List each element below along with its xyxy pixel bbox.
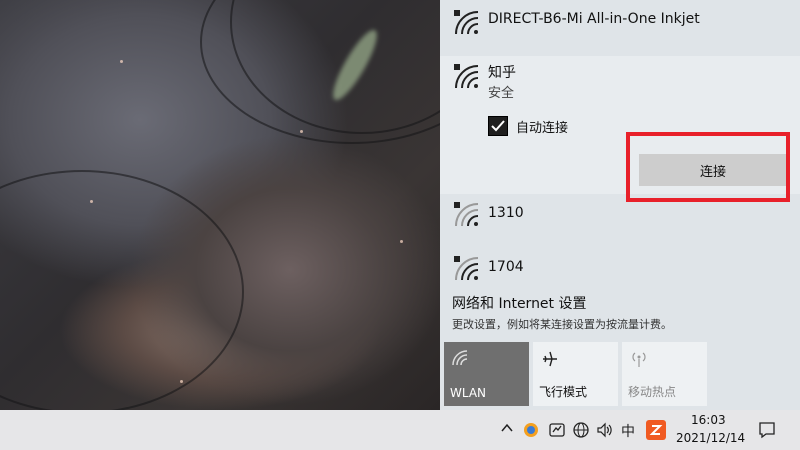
network-item[interactable]: 1310 (440, 196, 800, 246)
checkmark-icon (491, 120, 505, 132)
wallpaper-spark (300, 130, 303, 133)
wifi-weak-secured-icon (454, 256, 479, 281)
notification-center-icon[interactable] (758, 421, 776, 443)
wallpaper-spark (90, 200, 93, 203)
clock-time[interactable]: 16:03 (691, 413, 726, 427)
wallpaper-spark (180, 380, 183, 383)
wlan-tile-label: WLAN (450, 386, 487, 400)
connect-button[interactable]: 连接 (639, 154, 787, 186)
network-globe-icon[interactable] (572, 421, 590, 443)
sogou-ime-icon[interactable] (646, 420, 666, 444)
network-settings-link[interactable]: 网络和 Internet 设置 (452, 293, 587, 313)
wifi-secured-icon (454, 64, 479, 89)
file-sync-icon[interactable] (548, 421, 566, 443)
network-flyout: DIRECT-B6-Mi All-in-One Inkjet 知乎 安全 自动连… (440, 0, 800, 410)
network-name: DIRECT-B6-Mi All-in-One Inkjet (488, 11, 700, 27)
wifi-secured-icon (454, 10, 479, 35)
airplane-icon (543, 351, 557, 367)
network-item[interactable]: 1704 (440, 250, 800, 290)
auto-connect-checkbox[interactable] (488, 116, 508, 136)
hotspot-icon (632, 352, 646, 367)
chevron-up-icon[interactable] (500, 421, 514, 439)
wallpaper-spark (120, 60, 123, 63)
volume-icon[interactable] (596, 421, 614, 443)
network-name: 1704 (488, 259, 524, 275)
auto-connect-label: 自动连接 (516, 121, 569, 136)
wallpaper-spark (400, 240, 403, 243)
network-name: 1310 (488, 205, 524, 221)
mobile-hotspot-tile-label: 移动热点 (628, 385, 677, 399)
airplane-mode-tile-label: 飞行模式 (539, 385, 588, 399)
desktop-wallpaper (0, 0, 440, 410)
network-name: 知乎 (488, 65, 516, 81)
wallpaper-hair-stroke (0, 170, 244, 410)
wlan-tile[interactable]: WLAN (444, 342, 529, 406)
network-item[interactable]: DIRECT-B6-Mi All-in-One Inkjet (440, 0, 800, 56)
mobile-hotspot-tile[interactable]: 移动热点 (622, 342, 707, 406)
clock-date[interactable]: 2021/12/14 (676, 431, 745, 445)
network-settings-description: 更改设置，例如将某连接设置为按流量计费。 (452, 318, 672, 331)
wifi-icon (452, 350, 468, 366)
wifi-weak-secured-icon (454, 202, 479, 227)
input-method-indicator[interactable]: 中 (621, 421, 635, 441)
airplane-mode-tile[interactable]: 飞行模式 (533, 342, 618, 406)
network-security-status: 安全 (488, 86, 515, 101)
app-tray-icon[interactable] (522, 421, 540, 443)
